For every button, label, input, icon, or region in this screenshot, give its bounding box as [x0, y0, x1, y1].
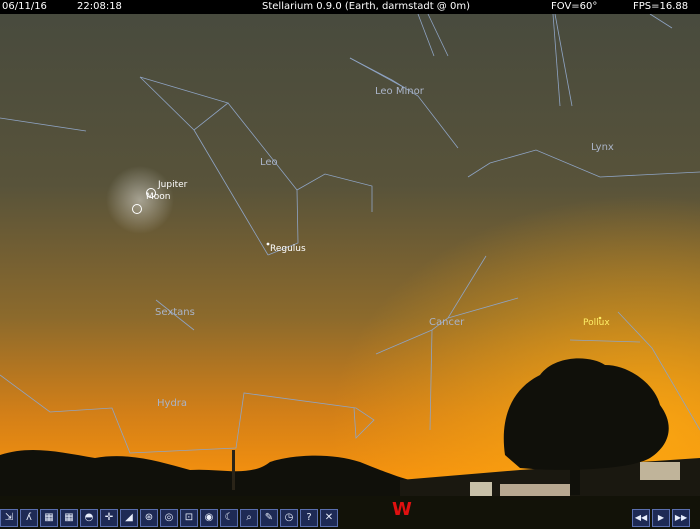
- time-play-icon[interactable]: ▶: [652, 509, 670, 527]
- label-jupiter[interactable]: Jupiter: [158, 180, 187, 190]
- label-regulus[interactable]: Regulus: [270, 244, 306, 254]
- equatorial-grid-icon[interactable]: ▦: [40, 509, 58, 527]
- constellation-art-icon[interactable]: ʎ: [20, 509, 38, 527]
- fps-display: FPS=16.88: [633, 1, 689, 12]
- quit-icon[interactable]: ✕: [320, 509, 338, 527]
- cardinal-west: W: [392, 499, 412, 520]
- window-title: Stellarium 0.9.0 (Earth, darmstadt @ 0m): [262, 1, 470, 12]
- label-moon[interactable]: Moon: [146, 192, 170, 202]
- azimuthal-grid-icon[interactable]: ▦: [60, 509, 78, 527]
- time-rewind-icon[interactable]: ◀◀: [632, 509, 650, 527]
- label-pollux[interactable]: Pollux: [583, 318, 610, 328]
- time-toolbar: ◀◀ ▶ ▶▶: [632, 509, 690, 527]
- date-display: 06/11/16: [2, 1, 47, 12]
- nebulae-icon[interactable]: ⊛: [140, 509, 158, 527]
- sky-view-icon[interactable]: ◷: [280, 509, 298, 527]
- cardinal-points-icon[interactable]: ✛: [100, 509, 118, 527]
- label-leo-minor[interactable]: Leo Minor: [375, 86, 424, 97]
- help-icon[interactable]: ?: [300, 509, 318, 527]
- label-hydra[interactable]: Hydra: [157, 398, 187, 409]
- constellation-lines-icon[interactable]: ⇲: [0, 509, 18, 527]
- fov-display: FOV=60°: [551, 1, 598, 12]
- status-bar: 06/11/16 22:08:18 Stellarium 0.9.0 (Eart…: [0, 0, 700, 14]
- time-display: 22:08:18: [77, 1, 122, 12]
- mount-icon[interactable]: ⊡: [180, 509, 198, 527]
- atmosphere-icon[interactable]: ◢: [120, 509, 138, 527]
- configuration-icon[interactable]: ✎: [260, 509, 278, 527]
- label-leo[interactable]: Leo: [260, 157, 278, 168]
- time-forward-icon[interactable]: ▶▶: [672, 509, 690, 527]
- search-icon[interactable]: ⌕: [240, 509, 258, 527]
- sky-view[interactable]: [0, 0, 700, 529]
- ground-icon[interactable]: ◓: [80, 509, 98, 527]
- label-sextans[interactable]: Sextans: [155, 307, 195, 318]
- planet-labels-icon[interactable]: ◎: [160, 509, 178, 527]
- label-cancer[interactable]: Cancer: [429, 317, 464, 328]
- center-object-icon[interactable]: ◉: [200, 509, 218, 527]
- moon-marker[interactable]: [132, 204, 142, 214]
- regulus-star: [266, 242, 270, 246]
- main-toolbar: ⇲ ʎ ▦ ▦ ◓ ✛ ◢ ⊛ ◎ ⊡ ◉ ☾ ⌕ ✎ ◷? ✕: [0, 509, 338, 527]
- night-mode-icon[interactable]: ☾: [220, 509, 238, 527]
- label-lynx[interactable]: Lynx: [591, 142, 614, 153]
